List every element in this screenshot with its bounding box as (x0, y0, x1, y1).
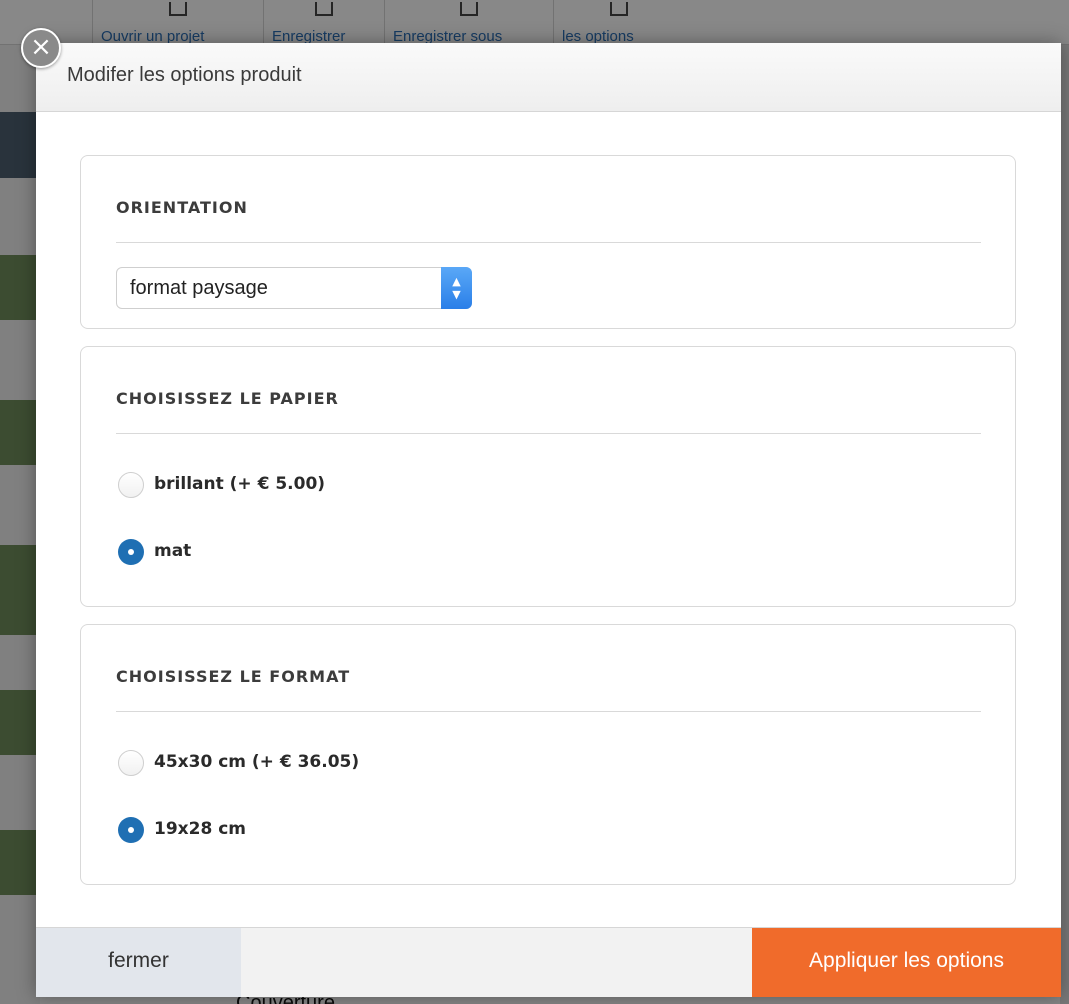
section-divider (116, 711, 981, 712)
format-title: CHOISISSEZ LE FORMAT (116, 667, 351, 686)
radio-button-selected[interactable] (118, 817, 144, 843)
paper-section: CHOISISSEZ LE PAPIER brillant (+ € 5.00)… (80, 346, 1016, 607)
radio-button[interactable] (118, 472, 144, 498)
radio-button-selected[interactable] (118, 539, 144, 565)
product-options-dialog: Modifer les options produit ORIENTATION … (36, 43, 1061, 997)
format-option-label: 45x30 cm (+ € 36.05) (154, 752, 360, 772)
orientation-section: ORIENTATION format paysage ▲ ▼ (80, 155, 1016, 329)
close-icon[interactable]: × (21, 28, 61, 68)
section-divider (116, 242, 981, 243)
paper-option-label: mat (154, 541, 192, 561)
section-divider (116, 433, 981, 434)
orientation-select[interactable]: format paysage ▲ ▼ (116, 267, 472, 309)
radio-button[interactable] (118, 750, 144, 776)
apply-options-button[interactable]: Appliquer les options (752, 928, 1061, 997)
close-button[interactable]: fermer (36, 928, 241, 997)
paper-title: CHOISISSEZ LE PAPIER (116, 389, 339, 408)
orientation-title: ORIENTATION (116, 198, 248, 217)
paper-option-label: brillant (+ € 5.00) (154, 474, 326, 494)
dialog-header: Modifer les options produit (36, 43, 1061, 112)
dialog-title: Modifer les options produit (67, 64, 302, 86)
orientation-select-value: format paysage (130, 277, 268, 299)
format-section: CHOISISSEZ LE FORMAT 45x30 cm (+ € 36.05… (80, 624, 1016, 885)
chevron-updown-icon[interactable]: ▲ ▼ (441, 267, 472, 309)
dialog-footer: fermer Appliquer les options (36, 927, 1061, 997)
format-option-label: 19x28 cm (154, 819, 246, 839)
